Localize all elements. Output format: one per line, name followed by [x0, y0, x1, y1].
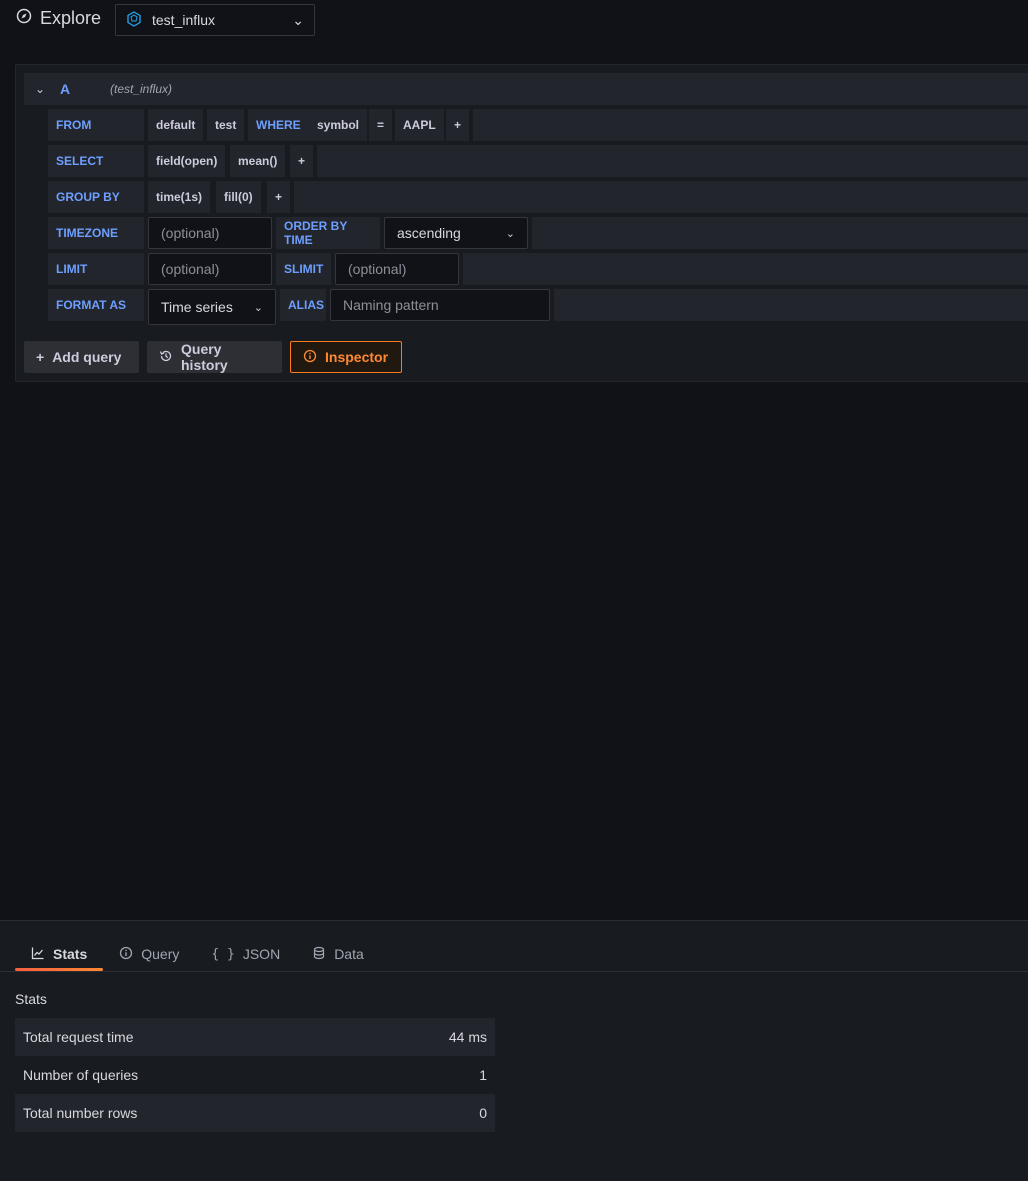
- inspector-drawer: Stats Query { } JSON Data Stats Total re…: [0, 920, 1028, 1181]
- inspector-button[interactable]: Inspector: [290, 341, 402, 373]
- add-query-label: Add query: [52, 349, 122, 365]
- braces-icon: { }: [211, 946, 235, 962]
- order-by-time-select[interactable]: ascending ⌄: [384, 217, 528, 249]
- row-filler: [317, 145, 1028, 177]
- tab-json[interactable]: { } JSON: [195, 937, 296, 971]
- timezone-input[interactable]: (optional): [148, 217, 272, 249]
- format-row: FORMAT AS Time series ⌄ ALIAS Naming pat…: [48, 289, 1028, 325]
- plus-icon: +: [36, 349, 45, 365]
- where-label: WHERE: [248, 109, 309, 141]
- datasource-name: test_influx: [152, 12, 216, 28]
- tag-value-segment[interactable]: AAPL: [395, 109, 444, 141]
- slimit-input[interactable]: (optional): [335, 253, 459, 285]
- order-by-time-label: ORDER BY TIME: [276, 217, 380, 249]
- chevron-down-icon: ⌄: [292, 11, 304, 28]
- chart-line-icon: [31, 946, 45, 963]
- query-datasource-hint: (test_influx): [110, 82, 173, 96]
- explore-toolbar: Explore test_influx ⌄: [0, 0, 1028, 40]
- stat-label: Total number rows: [23, 1105, 138, 1121]
- order-by-time-value: ascending: [397, 225, 461, 241]
- tabs-divider: [0, 971, 1028, 972]
- limit-row: LIMIT (optional) SLIMIT (optional): [48, 253, 1028, 285]
- tab-label: JSON: [242, 946, 281, 962]
- add-select-button[interactable]: +: [290, 145, 314, 177]
- query-history-label: Query history: [181, 341, 228, 373]
- format-as-select[interactable]: Time series ⌄: [148, 289, 276, 325]
- table-row: Total number rows 0: [15, 1094, 495, 1132]
- measurement-segment[interactable]: test: [207, 109, 245, 141]
- row-filler: [473, 109, 1028, 141]
- influxdb-icon: [126, 10, 142, 30]
- select-row: SELECT field(open) mean() +: [48, 145, 1028, 177]
- inspector-label: Inspector: [325, 349, 389, 365]
- history-icon: [159, 349, 173, 366]
- row-filler: [554, 289, 1028, 321]
- group-by-label: GROUP BY: [48, 181, 144, 213]
- chevron-down-icon: ⌄: [253, 301, 263, 314]
- timezone-label: TIMEZONE: [48, 217, 144, 249]
- add-query-button[interactable]: + Add query: [24, 341, 139, 373]
- stat-value: 0: [479, 1105, 487, 1121]
- query-history-button[interactable]: Query history: [147, 341, 282, 373]
- stat-label: Total request time: [23, 1029, 134, 1045]
- aggregation-segment[interactable]: mean(): [230, 145, 286, 177]
- compass-icon: [16, 8, 32, 29]
- format-as-value: Time series: [161, 299, 233, 315]
- tab-data[interactable]: Data: [296, 937, 380, 971]
- add-condition-button[interactable]: +: [446, 109, 470, 141]
- group-by-row: GROUP BY time(1s) fill(0) +: [48, 181, 1028, 213]
- select-label: SELECT: [48, 145, 144, 177]
- table-row: Number of queries 1: [15, 1056, 495, 1094]
- tab-stats[interactable]: Stats: [15, 937, 104, 971]
- query-ref-id[interactable]: A: [60, 81, 110, 97]
- chevron-down-icon: ⌄: [505, 227, 515, 240]
- row-filler: [463, 253, 1028, 285]
- tab-label: Stats: [53, 946, 88, 962]
- tag-key-segment[interactable]: symbol: [309, 109, 368, 141]
- info-circle-icon: [119, 946, 133, 963]
- tab-label: Query: [141, 946, 180, 962]
- fill-segment[interactable]: fill(0): [216, 181, 261, 213]
- stats-table: Total request time 44 ms Number of queri…: [15, 1018, 495, 1132]
- info-circle-icon: [303, 349, 317, 366]
- page-title: Explore: [40, 8, 102, 28]
- explore-title: Explore: [16, 8, 101, 29]
- field-segment[interactable]: field(open): [148, 145, 226, 177]
- operator-segment[interactable]: =: [369, 109, 393, 141]
- add-group-by-button[interactable]: +: [267, 181, 291, 213]
- database-icon: [312, 946, 326, 963]
- policy-segment[interactable]: default: [148, 109, 204, 141]
- datasource-picker[interactable]: test_influx ⌄: [115, 4, 315, 36]
- alias-input[interactable]: Naming pattern: [330, 289, 550, 321]
- alias-label: ALIAS: [280, 289, 326, 321]
- query-editor-panel: ⌄ A (test_influx) FROM default test WHER…: [15, 64, 1028, 382]
- query-row-header[interactable]: ⌄ A (test_influx): [24, 73, 1028, 105]
- stat-value: 1: [479, 1067, 487, 1083]
- group-time-segment[interactable]: time(1s): [148, 181, 211, 213]
- tab-query[interactable]: Query: [103, 937, 195, 971]
- limit-label: LIMIT: [48, 253, 144, 285]
- stat-value: 44 ms: [448, 1029, 487, 1045]
- from-row: FROM default test WHERE symbol = AAPL +: [48, 109, 1028, 141]
- stats-title: Stats: [15, 991, 47, 1007]
- inspector-tabs: Stats Query { } JSON Data: [15, 937, 380, 971]
- timezone-row: TIMEZONE (optional) ORDER BY TIME ascend…: [48, 217, 1028, 249]
- slimit-label: SLIMIT: [276, 253, 331, 285]
- limit-input[interactable]: (optional): [148, 253, 272, 285]
- format-as-label: FORMAT AS: [48, 289, 144, 321]
- row-filler: [294, 181, 1028, 213]
- table-row: Total request time 44 ms: [15, 1018, 495, 1056]
- stat-label: Number of queries: [23, 1067, 139, 1083]
- chevron-down-icon[interactable]: ⌄: [24, 82, 56, 96]
- from-label: FROM: [48, 109, 144, 141]
- row-filler: [532, 217, 1028, 249]
- tab-label: Data: [334, 946, 364, 962]
